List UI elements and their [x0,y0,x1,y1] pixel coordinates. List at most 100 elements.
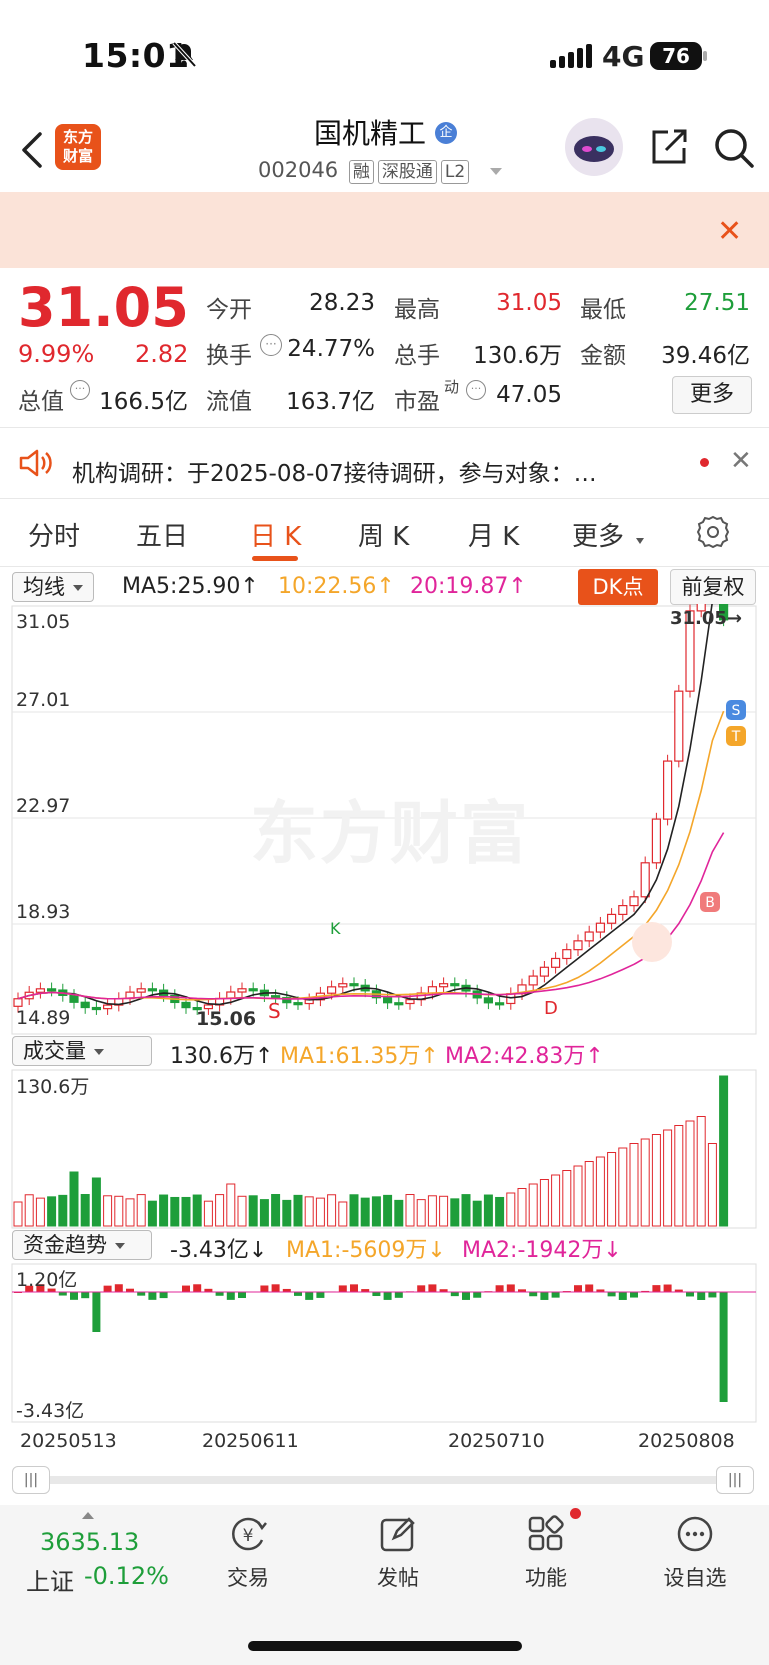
volume-bar [551,1174,561,1227]
candle-body [46,988,57,992]
candle-body [338,983,348,988]
volume-bar [159,1194,169,1227]
ma5-value: MA5:25.90↑ [122,574,259,599]
fund-bar [551,1292,560,1298]
volume-bar [517,1188,527,1227]
range-track[interactable] [38,1476,728,1484]
candle-body [271,995,281,999]
y-tick-1: 31.05 [16,611,71,633]
volume-bar [259,1199,269,1227]
date-label-1: 20250513 [20,1430,117,1452]
tab-daily-k[interactable]: 日 K [250,516,301,553]
nav-post-label[interactable]: 发帖 [348,1562,448,1592]
enterprise-badge: 企 [435,122,457,144]
info-icon[interactable]: ··· [466,380,486,400]
candle-body [629,896,639,907]
nav-function-label[interactable]: 功能 [496,1562,596,1592]
volume-bar [685,1120,695,1227]
fund-bar [618,1292,627,1300]
volume-bar [472,1200,482,1227]
info-icon[interactable]: ··· [70,380,90,400]
edit-post-icon[interactable] [378,1514,418,1554]
bell-muted-icon [172,41,197,68]
low-value: 27.51 [684,290,750,316]
volume-bar [349,1194,359,1227]
volume-bar [215,1194,225,1227]
more-circle-icon[interactable] [675,1514,715,1554]
dk-points-button[interactable]: DK点 [578,569,658,605]
fund-bar [394,1292,403,1298]
tab-five-day[interactable]: 五日 [136,516,188,553]
volume-indicator-select[interactable]: 成交量 [12,1036,152,1066]
close-notice-icon[interactable]: ✕ [730,446,752,476]
candle-body [528,975,538,986]
signal-icon [550,44,595,68]
fund-panel-frame [11,1263,757,1423]
candle-body [651,818,662,864]
tab-more[interactable]: 更多 [572,516,624,553]
tab-monthly-k[interactable]: 月 K [468,516,519,553]
search-icon[interactable] [712,126,756,170]
fund-bar [305,1292,314,1300]
research-notice[interactable]: 机构调研：于2025-08-07接待调研，参与对象：… [72,454,652,488]
info-icon[interactable]: ··· [260,334,282,356]
y-tick-5: 14.89 [16,1007,71,1029]
status-bar: 15:01 4G 76 [0,0,769,110]
candle-body [69,994,79,1003]
index-value[interactable]: 3635.13 [40,1528,139,1556]
candle-body [539,966,550,977]
adjust-button[interactable]: 前复权 [670,569,756,605]
more-button[interactable]: 更多 [672,376,752,414]
range-right-handle[interactable]: ||| [716,1466,754,1494]
back-chevron-icon[interactable] [18,130,48,170]
fund-bar [450,1292,459,1297]
volume-bar [125,1198,135,1227]
fund-ma1: MA1:-5609万↓ [286,1238,446,1263]
tab-weekly-k[interactable]: 周 K [358,516,409,553]
yen-exchange-icon[interactable]: ¥ [228,1514,268,1554]
close-banner-icon[interactable]: ✕ [717,214,742,249]
amount-value: 39.46亿 [661,343,750,369]
indicator-select[interactable]: 均线 [12,572,94,602]
promo-banner[interactable] [0,192,769,268]
tag-level2: L2 [440,160,470,184]
t-signal-marker-text: T [731,729,741,745]
volume-bar [338,1201,348,1227]
volume-bar [181,1196,191,1227]
volume-bar [114,1195,124,1227]
share-icon[interactable] [648,126,690,168]
chevron-down-icon[interactable] [490,168,502,175]
fund-indicator-select[interactable]: 资金趋势 [12,1230,152,1260]
candle-body [349,983,359,987]
nav-watchlist-label[interactable]: 设自选 [645,1562,745,1592]
float-cap-value: 163.7亿 [286,389,375,415]
volume-bar [439,1195,449,1227]
nav-trade-label[interactable]: 交易 [198,1562,298,1592]
assistant-robot-icon[interactable] [565,118,623,176]
candle-body [550,957,561,968]
volume-bar [528,1183,538,1227]
gear-icon[interactable] [695,514,731,550]
fund-ma2: MA2:-1942万↓ [462,1238,622,1263]
volume-bar [719,1075,729,1227]
index-name[interactable]: 上证 [26,1562,74,1597]
fund-bar [383,1292,392,1300]
fund-bar [719,1292,728,1402]
candle-body [595,922,606,933]
grid-apps-icon[interactable] [526,1514,566,1554]
tab-intraday[interactable]: 分时 [28,516,80,553]
range-left-handle[interactable]: ||| [12,1466,50,1494]
fund-bar [506,1284,515,1292]
expand-up-icon[interactable] [82,1512,94,1519]
kline-chart[interactable]: BSTSKD [0,604,769,1424]
fund-bar [316,1292,325,1298]
fund-bar [58,1292,67,1296]
high-label: 最高 [394,297,440,323]
index-change[interactable]: -0.12% [84,1562,169,1590]
y-tick-3: 22.97 [16,795,71,817]
app-logo: 东方 财富 [55,124,101,170]
candle-body [606,913,617,924]
volume-bar [539,1179,549,1227]
volume-bar [383,1194,393,1227]
tag-connect: 深股通 [377,160,437,184]
